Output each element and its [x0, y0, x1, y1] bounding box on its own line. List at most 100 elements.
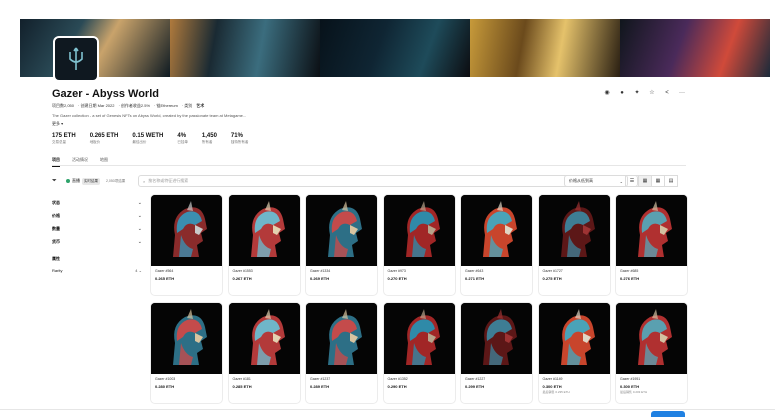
filter-currency[interactable]: 货币 ⌄: [52, 235, 142, 248]
nft-card[interactable]: Gazer #181 0.285 ETH: [228, 303, 300, 403]
see-more-link[interactable]: 更多 ▾: [52, 121, 63, 127]
chevron-down-icon: ⌄: [137, 238, 142, 245]
nft-name: Gazer #685: [620, 269, 639, 273]
nft-card[interactable]: Gazer #643 0.271 ETH: [461, 195, 532, 295]
nft-image[interactable]: [306, 195, 377, 266]
stat-owners: 1,450 所有者: [201, 133, 217, 144]
nft-card[interactable]: Gazer #685 0.276 ETH: [616, 195, 687, 295]
search-input[interactable]: ⌕ 按名称或特征进行搜索: [138, 175, 638, 187]
star-icon[interactable]: ☆: [649, 90, 655, 96]
nft-card[interactable]: Gazer #1334 0.269 ETH: [306, 195, 377, 295]
discord-icon[interactable]: ●: [619, 90, 625, 96]
nft-price: 0.267 ETH: [232, 276, 252, 281]
nft-image[interactable]: [616, 303, 687, 374]
nft-last-sale: 最后销售 0.203 ETH: [620, 390, 648, 394]
footer-button[interactable]: [651, 411, 685, 417]
filter-quantity[interactable]: 数量 ⌄: [52, 222, 142, 235]
nft-card[interactable]: Gazer #1003 0.280 ETH: [151, 303, 222, 403]
nft-image[interactable]: [383, 195, 455, 266]
nft-card[interactable]: Gazer #1149 0.300 ETH 最后销售 0.235 ETH: [538, 303, 610, 403]
collection-avatar[interactable]: [53, 36, 99, 82]
nft-image[interactable]: [383, 303, 455, 374]
meta-category[interactable]: 艺术: [196, 103, 204, 109]
nft-image[interactable]: [151, 303, 222, 374]
live-toggle[interactable]: 直播 实时结果: [66, 177, 100, 185]
trait-name: Rarity: [52, 267, 63, 273]
nft-price: 0.300 ETH: [542, 384, 562, 389]
nft-price: 0.290 ETH: [387, 384, 407, 389]
list-view-icon[interactable]: ☰: [625, 175, 639, 187]
nft-name: Gazer #181: [232, 377, 251, 381]
search-icon: ⌕: [143, 178, 146, 184]
trait-rarity[interactable]: Rarity 4 ⌄: [52, 264, 142, 276]
nft-price: 0.280 ETH: [155, 384, 175, 389]
nft-price: 0.270 ETH: [387, 276, 407, 281]
nft-image[interactable]: [228, 303, 300, 374]
nft-image[interactable]: [228, 195, 300, 266]
chevron-down-icon: ⌄: [137, 212, 142, 219]
filter-icon[interactable]: ⏷: [52, 178, 62, 185]
more-icon[interactable]: ···: [679, 90, 685, 96]
stat-volume: 175 ETH 交易总量: [52, 133, 76, 144]
nft-name: Gazer #564: [155, 269, 174, 273]
sort-dropdown[interactable]: 价格从低到高 ⌄: [564, 175, 628, 187]
nft-card[interactable]: Gazer #1553 0.267 ETH: [228, 195, 300, 295]
share-icon[interactable]: <: [664, 90, 670, 96]
nft-card[interactable]: Gazer #1951 0.300 ETH 最后销售 0.203 ETH: [616, 303, 687, 403]
nft-price: 0.300 ETH: [620, 384, 640, 389]
nft-last-sale: 最后销售 0.235 ETH: [542, 390, 570, 394]
collection-description: The Gazer collection - a set of Genesis …: [52, 113, 247, 118]
meta-items: 项目数2,050: [52, 103, 75, 108]
results-count: 2,050项结果: [106, 178, 126, 183]
nft-price: 0.289 ETH: [310, 384, 330, 389]
nft-grid: Gazer #564 0.265 ETH Gazer #1553 0.267 ETH…: [151, 195, 687, 403]
collection-title: Gazer - Abyss World: [52, 88, 159, 100]
nft-image[interactable]: [306, 303, 377, 374]
grid-small-icon[interactable]: ▤: [664, 175, 678, 187]
nft-card[interactable]: Gazer #1227 0.299 ETH: [461, 303, 532, 403]
banner-art-2: [170, 19, 320, 77]
filter-price[interactable]: 价格 ⌄: [52, 209, 142, 222]
nft-image[interactable]: [461, 303, 532, 374]
nft-price: 0.299 ETH: [465, 384, 485, 389]
footer-divider: [0, 409, 775, 410]
header-actions: ◉ ● ✦ ☆ < ···: [604, 90, 685, 96]
traits-heading: 属性: [52, 256, 60, 261]
website-icon[interactable]: ◉: [604, 90, 610, 96]
live-badge: 实时结果: [82, 177, 100, 185]
nft-image[interactable]: [538, 303, 610, 374]
grid-large-icon[interactable]: ▦: [638, 175, 652, 187]
stat-floor: 0.265 ETH 地板价: [89, 133, 119, 144]
stat-unique-owners: 71% 独特所有者: [230, 133, 249, 144]
nft-price: 0.276 ETH: [620, 276, 640, 281]
nft-name: Gazer #1951: [620, 377, 641, 381]
collection-meta: 项目数2,050 · 创建日期 Mar 2022 · 创作者收益2.5% · 链…: [52, 103, 204, 109]
meta-chain: · 链Ethereum: [154, 103, 178, 108]
twitter-icon[interactable]: ✦: [634, 90, 640, 96]
nft-name: Gazer #643: [465, 269, 484, 273]
nft-image[interactable]: [616, 195, 687, 266]
nft-image[interactable]: [151, 195, 222, 266]
nft-price: 0.265 ETH: [155, 276, 175, 281]
collection-stats: 175 ETH 交易总量 0.265 ETH 地板价 0.15 WETH 最佳出价 4…: [52, 133, 248, 145]
nft-card[interactable]: Gazer #1727 0.275 ETH: [538, 195, 610, 295]
nft-card[interactable]: Gazer #973 0.270 ETH: [383, 195, 455, 295]
nft-name: Gazer #1727: [542, 269, 563, 273]
chevron-down-icon: ⌄: [137, 225, 142, 232]
nft-name: Gazer #1237: [310, 377, 331, 381]
nft-card[interactable]: Gazer #564 0.265 ETH: [151, 195, 222, 295]
meta-category-label: · 类别: [181, 103, 193, 108]
view-mode-group: ☰ ▦ ▦ ▤: [625, 175, 678, 187]
filter-status[interactable]: 状态 ⌄: [52, 196, 142, 209]
grid-medium-icon[interactable]: ▦: [651, 175, 665, 187]
nft-image[interactable]: [461, 195, 532, 266]
nft-name: Gazer #1352: [387, 377, 408, 381]
trident-logo-icon: [69, 47, 83, 70]
chevron-down-icon: ⌄: [138, 267, 142, 273]
trait-count: 4 ⌄: [135, 267, 142, 273]
nft-card[interactable]: Gazer #1352 0.290 ETH: [383, 303, 455, 403]
nft-name: Gazer #1553: [232, 269, 253, 273]
nft-image[interactable]: [538, 195, 610, 266]
collection-banner: [20, 19, 770, 77]
nft-card[interactable]: Gazer #1237 0.289 ETH: [306, 303, 377, 403]
